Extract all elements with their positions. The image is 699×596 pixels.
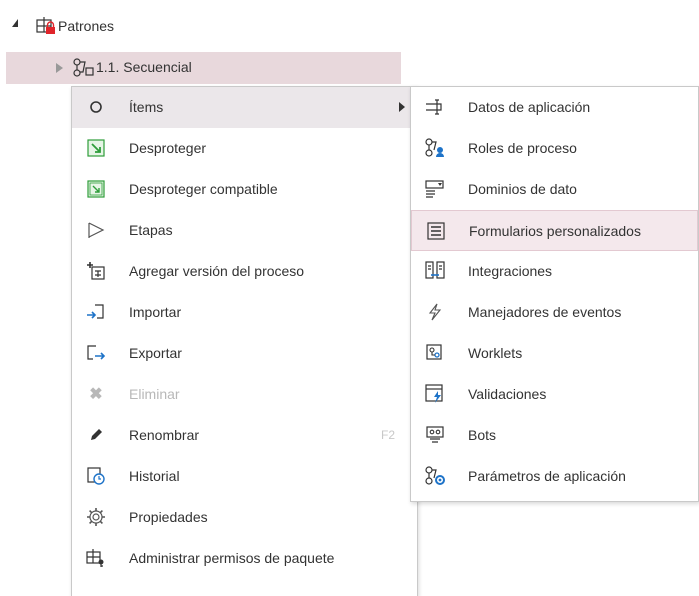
- menu-item-importar[interactable]: Importar: [72, 292, 417, 333]
- submenu-item-roles-proceso[interactable]: Roles de proceso: [411, 128, 698, 169]
- integrations-icon: [425, 261, 445, 281]
- submenu-item-manejadores-eventos[interactable]: Manejadores de eventos: [411, 292, 698, 333]
- submenu-item-datos-aplicacion[interactable]: Datos de aplicación: [411, 87, 698, 128]
- submenu-item-label: Dominios de dato: [468, 181, 577, 197]
- menu-item-exportar[interactable]: Exportar: [72, 333, 417, 374]
- submenu-item-integraciones[interactable]: Integraciones: [411, 251, 698, 292]
- menu-item-administrar-permisos[interactable]: Administrar permisos de paquete: [72, 538, 417, 579]
- tree-node-patrones[interactable]: Patrones: [0, 14, 200, 38]
- export-icon: [86, 343, 106, 363]
- submenu-item-formularios-personalizados[interactable]: Formularios personalizados: [411, 210, 698, 251]
- worklets-icon: [425, 343, 445, 363]
- collapsed-arrow-icon[interactable]: [56, 63, 63, 73]
- menu-item-desproteger-compatible[interactable]: Desproteger compatible: [72, 169, 417, 210]
- uncheckin-compatible-icon: [86, 179, 106, 199]
- event-handlers-icon: [425, 302, 445, 322]
- uncheckin-icon: [86, 138, 106, 158]
- bots-icon: [425, 425, 445, 445]
- menu-item-desproteger[interactable]: Desproteger: [72, 128, 417, 169]
- permissions-icon: [86, 548, 106, 568]
- menu-item-propiedades[interactable]: Propiedades: [72, 497, 417, 538]
- import-icon: [86, 302, 106, 322]
- add-version-icon: [86, 261, 106, 281]
- pencil-icon: [86, 425, 106, 445]
- shortcut-label: F2: [380, 428, 395, 442]
- menu-item-eliminar: ✖ Eliminar: [72, 374, 417, 415]
- tree-node-secuencial[interactable]: 1.1. Secuencial: [6, 52, 401, 84]
- menu-item-label: Historial: [129, 468, 180, 484]
- expanded-arrow-icon[interactable]: [12, 19, 18, 27]
- custom-forms-icon: [426, 221, 446, 241]
- menu-item-label: Desproteger: [129, 140, 207, 156]
- submenu-item-validaciones[interactable]: Validaciones: [411, 374, 698, 415]
- menu-item-label: Administrar permisos de paquete: [129, 550, 335, 566]
- flag-icon: [86, 220, 106, 240]
- menu-item-label: Agregar versión del proceso: [129, 263, 305, 279]
- submenu-item-label: Bots: [468, 427, 497, 443]
- submenu-arrow-icon: [399, 102, 405, 112]
- circle-icon: [86, 97, 106, 117]
- menu-item-label: Propiedades: [129, 509, 208, 525]
- process-roles-icon: [425, 138, 445, 158]
- submenu-item-parametros-aplicacion[interactable]: Parámetros de aplicación: [411, 456, 698, 497]
- submenu-item-label: Roles de proceso: [468, 140, 577, 156]
- context-menu: Ítems Desproteger Desproteger compatible…: [71, 86, 418, 596]
- submenu-item-label: Manejadores de eventos: [468, 304, 622, 320]
- menu-item-historial[interactable]: Historial: [72, 456, 417, 497]
- menu-item-label: Eliminar: [129, 386, 180, 402]
- submenu-item-label: Parámetros de aplicación: [468, 468, 626, 484]
- gear-icon: [86, 507, 106, 527]
- menu-item-items[interactable]: Ítems: [72, 87, 417, 128]
- menu-item-renombrar[interactable]: Renombrar F2: [72, 415, 417, 456]
- package-locked-icon: [36, 16, 56, 39]
- history-icon: [86, 466, 106, 486]
- submenu-item-label: Formularios personalizados: [469, 223, 641, 239]
- menu-item-label: Renombrar: [129, 427, 200, 443]
- data-domains-icon: [425, 179, 445, 199]
- menu-item-etapas[interactable]: Etapas: [72, 210, 417, 251]
- submenu-item-label: Worklets: [468, 345, 523, 361]
- process-icon: [73, 58, 95, 81]
- menu-item-label: Exportar: [129, 345, 182, 361]
- submenu-item-dominios-dato[interactable]: Dominios de dato: [411, 169, 698, 210]
- submenu-item-label: Validaciones: [468, 386, 547, 402]
- submenu-item-worklets[interactable]: Worklets: [411, 333, 698, 374]
- validations-icon: [425, 384, 445, 404]
- menu-item-agregar-version[interactable]: Agregar versión del proceso: [72, 251, 417, 292]
- menu-item-label: Etapas: [129, 222, 173, 238]
- submenu-item-label: Datos de aplicación: [468, 99, 591, 115]
- submenu-item-label: Integraciones: [468, 263, 553, 279]
- application-data-icon: [425, 97, 445, 117]
- submenu-item-bots[interactable]: Bots: [411, 415, 698, 456]
- tree-node-label: Patrones: [58, 18, 115, 34]
- delete-icon: ✖: [89, 386, 103, 403]
- menu-item-label: Desproteger compatible: [129, 181, 278, 197]
- menu-item-label: Ítems: [129, 99, 164, 115]
- menu-item-label: Importar: [129, 304, 182, 320]
- items-submenu: Datos de aplicación Roles de proceso Dom…: [410, 86, 699, 502]
- application-parameters-icon: [425, 466, 445, 486]
- tree-node-label: 1.1. Secuencial: [96, 59, 192, 75]
